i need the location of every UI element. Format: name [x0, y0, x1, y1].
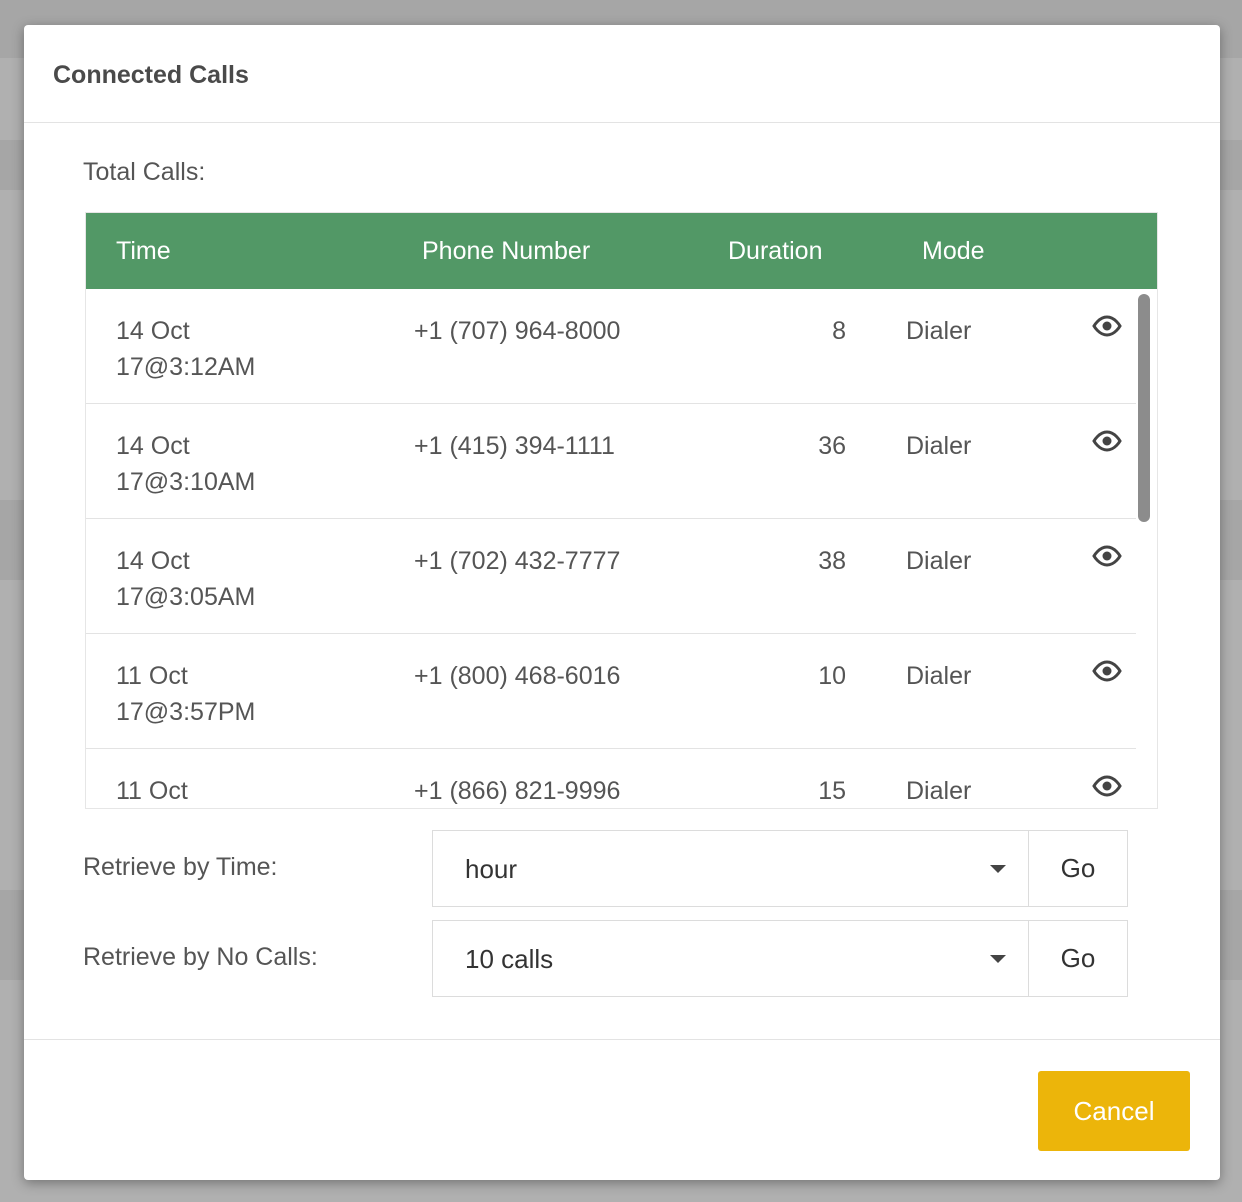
- cancel-button[interactable]: Cancel: [1038, 1071, 1190, 1151]
- retrieve-by-time-label: Retrieve by Time:: [83, 853, 278, 881]
- calls-select-value: 10 calls: [465, 944, 554, 974]
- table-header: Time Phone Number Duration Mode: [86, 213, 1157, 289]
- time-cell: 11 Oct 17@3:57PM: [116, 662, 256, 726]
- table-row: 11 Oct 17@3:57PM +1 (800) 468-6016 10 Dia…: [86, 634, 1136, 749]
- table-scrollbar[interactable]: [1138, 294, 1150, 522]
- phone-cell: +1 (866) 821-9996: [414, 777, 621, 805]
- total-calls-label: Total Calls:: [83, 158, 206, 186]
- time-cell: 14 Oct 17@3:05AM: [116, 547, 256, 611]
- duration-cell: 15: [818, 777, 846, 805]
- time-cell: 11 Oct: [116, 777, 188, 805]
- header-time: Time: [116, 237, 171, 265]
- eye-icon[interactable]: [1092, 775, 1122, 797]
- table-body[interactable]: 14 Oct 17@3:12AM +1 (707) 964-8000 8 Dial…: [86, 289, 1157, 808]
- time-select-value: hour: [465, 854, 518, 884]
- table-row: 14 Oct 17@3:10AM +1 (415) 394-1111 36 Dia…: [86, 404, 1136, 519]
- phone-cell: +1 (707) 964-8000: [414, 317, 621, 345]
- phone-cell: +1 (415) 394-1111: [414, 432, 615, 460]
- header-phone-number: Phone Number: [422, 237, 591, 265]
- eye-icon[interactable]: [1092, 660, 1122, 682]
- duration-cell: 36: [818, 432, 846, 460]
- header-mode: Mode: [922, 237, 985, 265]
- table-row: 14 Oct 17@3:05AM +1 (702) 432-7777 38 Dia…: [86, 519, 1136, 634]
- eye-icon[interactable]: [1092, 545, 1122, 567]
- caret-down-icon: [990, 955, 1006, 963]
- modal-header: Connected Calls: [24, 25, 1220, 123]
- time-select[interactable]: hour: [432, 830, 1029, 907]
- calls-table: Time Phone Number Duration Mode 14 Oct 17…: [85, 212, 1158, 809]
- time-cell: 14 Oct 17@3:10AM: [116, 432, 256, 496]
- mode-cell: Dialer: [906, 662, 972, 690]
- retrieve-by-calls-label: Retrieve by No Calls:: [83, 943, 318, 971]
- duration-cell: 8: [832, 317, 846, 345]
- calls-select[interactable]: 10 calls: [432, 920, 1029, 997]
- phone-cell: +1 (702) 432-7777: [414, 547, 621, 575]
- phone-cell: +1 (800) 468-6016: [414, 662, 621, 690]
- mode-cell: Dialer: [906, 777, 972, 805]
- go-button-calls[interactable]: Go: [1028, 920, 1128, 997]
- mode-cell: Dialer: [906, 547, 972, 575]
- table-row: 14 Oct 17@3:12AM +1 (707) 964-8000 8 Dial…: [86, 289, 1136, 404]
- header-duration: Duration: [728, 237, 823, 265]
- modal-footer: Cancel: [24, 1039, 1220, 1180]
- time-cell: 14 Oct 17@3:12AM: [116, 317, 256, 381]
- mode-cell: Dialer: [906, 317, 972, 345]
- connected-calls-modal: Connected Calls Total Calls: Time Phone …: [24, 25, 1220, 1180]
- duration-cell: 10: [818, 662, 846, 690]
- mode-cell: Dialer: [906, 432, 972, 460]
- modal-title: Connected Calls: [53, 61, 249, 89]
- eye-icon[interactable]: [1092, 430, 1122, 452]
- duration-cell: 38: [818, 547, 846, 575]
- caret-down-icon: [990, 865, 1006, 873]
- eye-icon[interactable]: [1092, 315, 1122, 337]
- go-button-time[interactable]: Go: [1028, 830, 1128, 907]
- table-row: 11 Oct +1 (866) 821-9996 15 Dialer: [86, 749, 1136, 808]
